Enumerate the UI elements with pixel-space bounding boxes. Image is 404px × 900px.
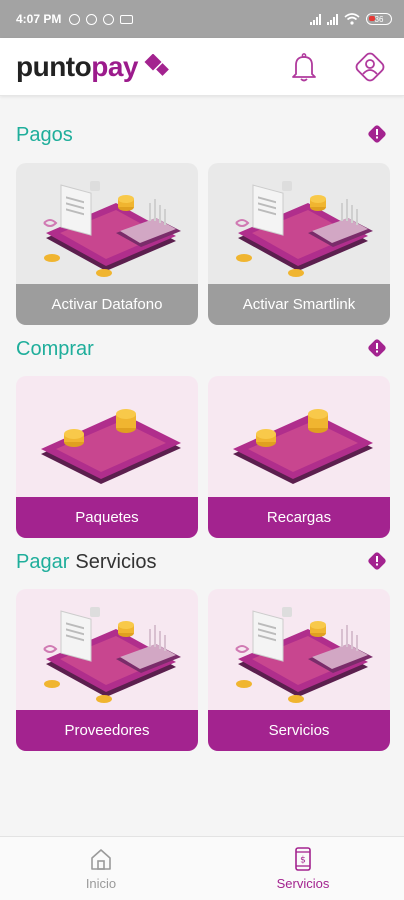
- battery-icon: 36: [366, 13, 392, 25]
- signal-2-icon: [327, 13, 338, 25]
- home-icon: [91, 849, 111, 870]
- section-title-part1: Pagar: [16, 551, 70, 573]
- card-label: Activar Datafono: [16, 284, 198, 325]
- bell-icon[interactable]: [290, 52, 318, 82]
- alarm-status-icon: [86, 13, 98, 25]
- settings-status-icon: [69, 13, 81, 25]
- info-icon[interactable]: [367, 551, 387, 571]
- nav-label: Inicio: [85, 876, 117, 891]
- puntopay-logo: punto pay: [16, 51, 171, 83]
- phone-dollar-icon: $: [295, 847, 311, 871]
- signal-icon: [310, 13, 321, 25]
- section-title-part1: Pagos: [16, 124, 73, 146]
- card-servicios[interactable]: Servicios: [208, 589, 390, 751]
- card-recargas[interactable]: Recargas: [208, 376, 390, 538]
- section-title-pagos: Pagos: [16, 124, 79, 147]
- bottom-navigation: Inicio $ Servicios: [0, 836, 404, 900]
- section-title-comprar: Comprar: [16, 338, 100, 361]
- svg-text:$: $: [300, 856, 306, 866]
- card-paquetes[interactable]: Paquetes: [16, 376, 198, 538]
- card-label: Recargas: [208, 497, 390, 538]
- card-label: Proveedores: [16, 710, 198, 751]
- profile-icon[interactable]: [352, 49, 388, 85]
- card-proveedores[interactable]: Proveedores: [16, 589, 198, 751]
- info-icon[interactable]: [367, 338, 387, 358]
- card-activar-smartlink[interactable]: Activar Smartlink: [208, 163, 390, 325]
- nav-item-servicios[interactable]: $ Servicios: [202, 837, 404, 900]
- status-bar: 4:07 PM 36: [0, 0, 404, 38]
- logo-text-pay: pay: [91, 50, 138, 82]
- app-header: punto pay: [0, 38, 404, 96]
- info-icon[interactable]: [367, 124, 387, 144]
- nav-label: Servicios: [276, 876, 330, 891]
- logo-diamond-icon: [144, 53, 169, 76]
- phone-card-receipt-illustration: [235, 181, 373, 277]
- phone-card-receipt-illustration: [43, 181, 181, 277]
- wifi-icon: [344, 13, 360, 25]
- status-time: 4:07 PM: [16, 12, 62, 26]
- cast-status-icon: [120, 14, 134, 24]
- card-label: Activar Smartlink: [208, 284, 390, 325]
- section-title-part2: Servicios: [75, 551, 157, 573]
- phone-card-receipt-illustration: [235, 607, 373, 703]
- phone-coins-illustration: [233, 409, 373, 484]
- phone-coins-illustration: [41, 409, 181, 484]
- logo-text-punto: punto: [16, 50, 92, 82]
- section-title-pagar-servicios: Pagar Servicios: [16, 551, 157, 574]
- phone-card-receipt-illustration: [43, 607, 181, 703]
- card-activar-datafono[interactable]: Activar Datafono: [16, 163, 198, 325]
- status-notification-icons: [69, 13, 134, 25]
- card-label: Servicios: [208, 710, 390, 751]
- card-label: Paquetes: [16, 497, 198, 538]
- battery-level: 36: [374, 14, 384, 24]
- nav-item-inicio[interactable]: Inicio: [0, 837, 202, 900]
- section-title-part1: Comprar: [16, 338, 94, 360]
- spotify-status-icon: [103, 13, 115, 25]
